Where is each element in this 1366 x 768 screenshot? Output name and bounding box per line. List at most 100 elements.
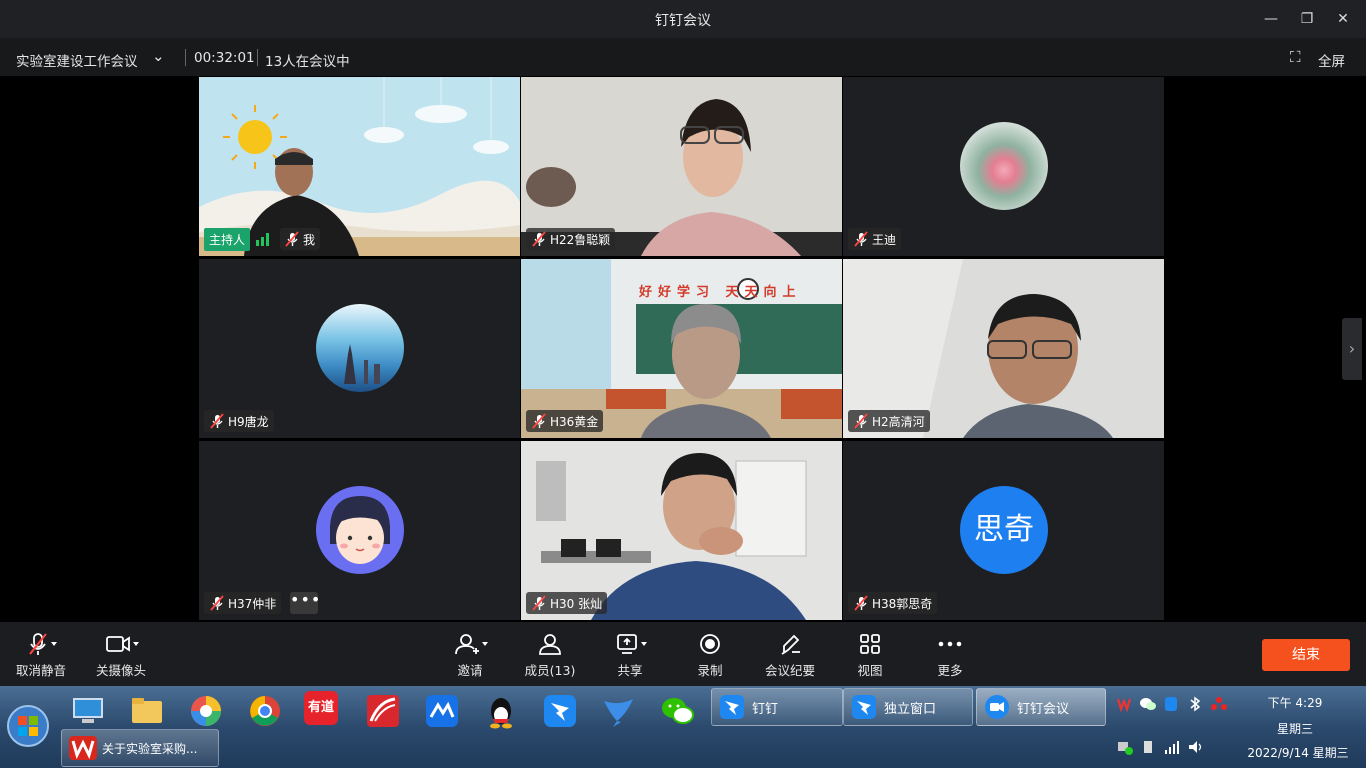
signal-icon bbox=[256, 233, 270, 246]
taskbar-meeting-window[interactable]: 钉钉会议 bbox=[976, 688, 1106, 726]
mic-muted-icon bbox=[854, 413, 868, 429]
wechat-icon[interactable] bbox=[658, 691, 698, 731]
record-button[interactable]: 录制 bbox=[675, 632, 745, 679]
clock-time[interactable]: 下午 4:29 bbox=[1260, 694, 1330, 711]
mic-muted-icon bbox=[532, 413, 546, 429]
avatar bbox=[316, 486, 404, 574]
more-button[interactable]: 更多 bbox=[915, 632, 985, 679]
camera-off-button[interactable]: 关摄像头 bbox=[86, 632, 156, 679]
dingtalk-icon bbox=[720, 695, 744, 719]
more-icon bbox=[938, 641, 962, 647]
title-bar: 钉钉会议 — ❐ ✕ bbox=[0, 0, 1366, 38]
close-button[interactable]: ✕ bbox=[1332, 8, 1354, 30]
avatar-text: 思奇 bbox=[960, 486, 1048, 574]
more-options-button[interactable]: ••• bbox=[290, 592, 320, 614]
host-tag: 主持人 我 bbox=[204, 227, 321, 251]
mic-muted-icon bbox=[285, 231, 299, 247]
feishu-bird-icon[interactable] bbox=[599, 691, 639, 731]
qq-icon[interactable] bbox=[481, 691, 521, 731]
participants-count[interactable]: 13人在会议中 bbox=[265, 50, 350, 70]
mic-muted-icon bbox=[210, 413, 224, 429]
meeting-toolbar: 取消静音 关摄像头 邀请 成员(13) 共享 录制 会议纪要 视图 更多 结束 bbox=[0, 622, 1366, 686]
video-tile-h9[interactable]: H9唐龙 bbox=[199, 259, 520, 438]
members-icon bbox=[539, 634, 561, 655]
volume-icon[interactable] bbox=[1187, 739, 1205, 755]
bluetooth-icon[interactable] bbox=[1188, 696, 1202, 712]
name-tag: 王迪 bbox=[848, 228, 902, 250]
clock-date[interactable]: 2022/9/14 星期三 bbox=[1236, 744, 1360, 761]
record-icon bbox=[700, 634, 720, 654]
minutes-icon bbox=[781, 634, 800, 655]
fullscreen-label[interactable]: 全屏 bbox=[1318, 50, 1345, 70]
video-tile-h37[interactable]: H37仲非 ••• bbox=[199, 441, 520, 620]
lanxin-app-icon[interactable] bbox=[422, 691, 462, 731]
youdao-app-icon[interactable]: 有道 bbox=[304, 691, 338, 725]
video-tile-h36[interactable]: 好好学习 天天向上 H36黄金 bbox=[521, 259, 842, 438]
mic-muted-icon bbox=[854, 595, 868, 611]
dingtalk-icon[interactable] bbox=[540, 691, 580, 731]
participant-name: 我 bbox=[303, 232, 316, 247]
name-tag: H37仲非 bbox=[204, 592, 282, 614]
end-meeting-button[interactable]: 结束 bbox=[1262, 639, 1350, 671]
add-user-icon bbox=[455, 634, 488, 655]
taskbar-wps-document[interactable]: 关于实验室采购... bbox=[61, 729, 219, 767]
clock-weekday[interactable]: 星期三 bbox=[1260, 720, 1330, 737]
classroom-banner: 好好学习 天天向上 bbox=[639, 285, 802, 300]
chrome-icon[interactable] bbox=[245, 691, 285, 731]
computer-icon[interactable] bbox=[68, 691, 108, 731]
wechat-tray-icon[interactable] bbox=[1139, 696, 1157, 712]
host-badge: 主持人 bbox=[204, 227, 251, 251]
start-button-icon[interactable] bbox=[6, 704, 50, 748]
taskbar-dingtalk-window[interactable]: 钉钉 bbox=[711, 688, 843, 726]
name-tag: H2高清河 bbox=[848, 410, 930, 432]
meeting-name[interactable]: 实验室建设工作会议 bbox=[16, 50, 138, 70]
invite-button[interactable]: 邀请 bbox=[435, 632, 505, 679]
participant-name: H36黄金 bbox=[550, 414, 599, 429]
unmute-button[interactable]: 取消静音 bbox=[6, 632, 76, 679]
members-button[interactable]: 成员(13) bbox=[515, 632, 585, 679]
share-button[interactable]: 共享 bbox=[595, 632, 665, 679]
video-tile-me[interactable]: 主持人 我 bbox=[199, 77, 520, 256]
share-screen-icon bbox=[617, 634, 647, 654]
wifi-signal-icon[interactable] bbox=[1163, 739, 1181, 755]
windows-taskbar: 有道 钉钉 独立窗口 钉钉会议 关于实验室采购... 下午 4:29 星期三 2… bbox=[0, 686, 1366, 768]
dingtalk-icon bbox=[852, 695, 876, 719]
chevron-down-icon[interactable]: ⌄ bbox=[152, 47, 165, 65]
taskbar-standalone-window[interactable]: 独立窗口 bbox=[843, 688, 973, 726]
usb-device-icon[interactable] bbox=[1140, 739, 1156, 755]
camera-icon bbox=[106, 636, 139, 652]
participant-name: H30 张灿 bbox=[550, 596, 603, 611]
video-tile-h38[interactable]: 思奇 H38郭思奇 bbox=[843, 441, 1164, 620]
fullscreen-icon[interactable]: ⛶ bbox=[1290, 48, 1301, 66]
meeting-minutes-button[interactable]: 会议纪要 bbox=[755, 632, 825, 679]
name-tag: H30 张灿 bbox=[526, 592, 608, 614]
name-tag: H22鲁聪颖 bbox=[526, 228, 616, 250]
name-tag: H38郭思奇 bbox=[848, 592, 938, 614]
mic-muted-icon bbox=[210, 595, 224, 611]
network-shield-icon[interactable] bbox=[1116, 739, 1134, 755]
pinwheel-app-icon[interactable] bbox=[186, 691, 226, 731]
folder-icon[interactable] bbox=[127, 691, 167, 731]
participant-name: H37仲非 bbox=[228, 596, 277, 611]
participant-name: H2高清河 bbox=[872, 414, 925, 429]
minimize-button[interactable]: — bbox=[1260, 8, 1282, 30]
video-tile-h2[interactable]: H2高清河 bbox=[843, 259, 1164, 438]
view-button[interactable]: 视图 bbox=[835, 632, 905, 679]
restore-button[interactable]: ❐ bbox=[1296, 8, 1318, 30]
wps-tray-icon[interactable] bbox=[1116, 696, 1132, 712]
wps-icon bbox=[69, 736, 97, 760]
avatar bbox=[316, 304, 404, 392]
video-tile-h22[interactable]: H22鲁聪颖 bbox=[521, 77, 842, 256]
dingtalk-tray-icon[interactable] bbox=[1164, 696, 1178, 712]
avatar bbox=[960, 122, 1048, 210]
meeting-info-bar: 实验室建设工作会议 ⌄ 00:32:01 13人在会议中 ⛶ 全屏 bbox=[0, 38, 1366, 76]
meeting-duration: 00:32:01 bbox=[194, 50, 255, 66]
video-tile-wangdi[interactable]: 王迪 bbox=[843, 77, 1164, 256]
xuexitong-app-icon[interactable] bbox=[363, 691, 403, 731]
grid-view-icon bbox=[860, 634, 880, 654]
flower-tray-icon[interactable] bbox=[1210, 696, 1228, 712]
chevron-right-icon[interactable]: › bbox=[1342, 318, 1362, 380]
mic-muted-icon bbox=[532, 231, 546, 247]
participant-name: H9唐龙 bbox=[228, 414, 269, 429]
video-tile-h30[interactable]: H30 张灿 bbox=[521, 441, 842, 620]
